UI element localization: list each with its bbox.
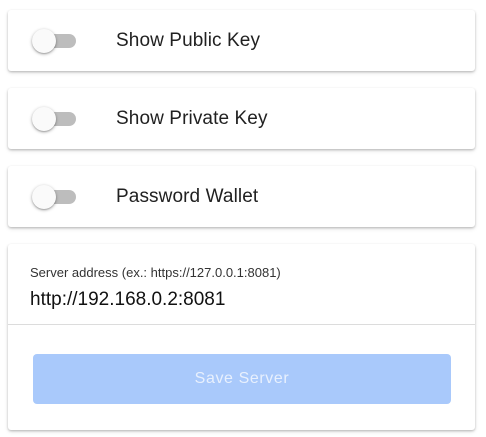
show-public-key-switch[interactable] <box>32 26 84 56</box>
server-address-label: Server address (ex.: https://127.0.0.1:8… <box>30 265 281 280</box>
password-wallet-card: Password Wallet <box>8 166 475 227</box>
switch-thumb <box>32 184 56 209</box>
server-address-field: Server address (ex.: https://127.0.0.1:8… <box>8 244 475 325</box>
password-wallet-switch[interactable] <box>32 182 84 212</box>
save-server-button[interactable]: Save Server <box>33 354 451 404</box>
switch-thumb <box>32 28 56 53</box>
server-address-input[interactable] <box>28 286 452 314</box>
password-wallet-label: Password Wallet <box>116 185 259 207</box>
show-private-key-label: Show Private Key <box>116 107 268 129</box>
settings-panel: Show Public Key Show Private Key Passwor… <box>0 0 486 437</box>
show-private-key-switch[interactable] <box>32 104 84 134</box>
show-public-key-card: Show Public Key <box>8 10 475 71</box>
server-card: Server address (ex.: https://127.0.0.1:8… <box>8 244 475 430</box>
switch-thumb <box>32 106 56 131</box>
show-private-key-card: Show Private Key <box>8 88 475 149</box>
show-public-key-label: Show Public Key <box>116 29 261 51</box>
